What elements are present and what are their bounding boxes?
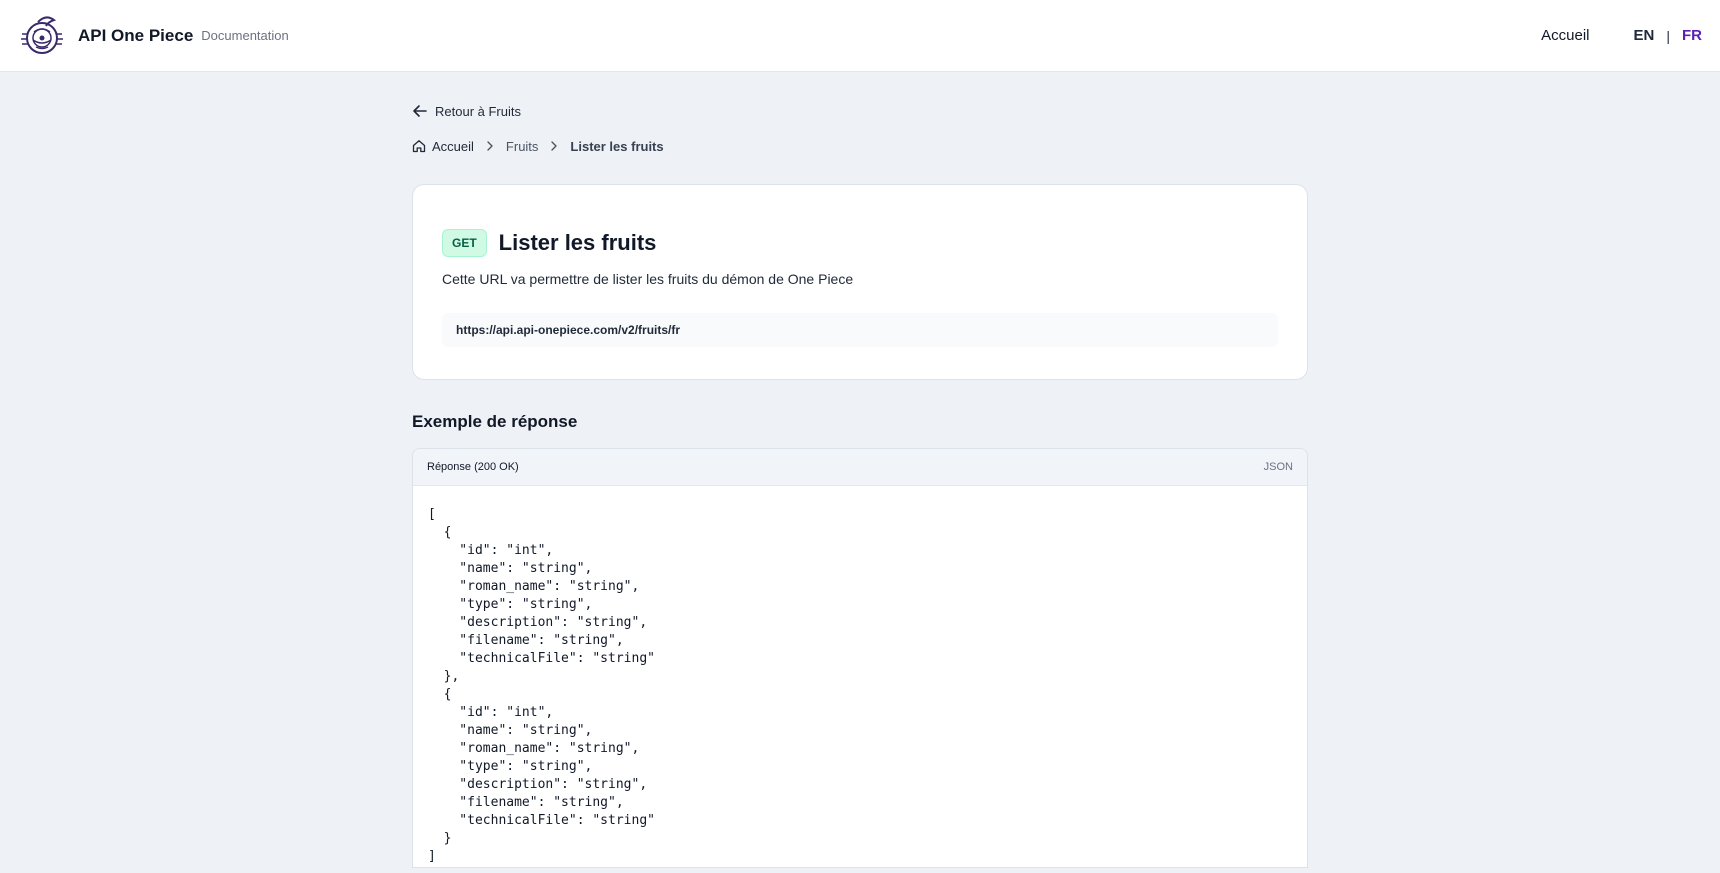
chevron-right-icon bbox=[487, 141, 493, 151]
brand-title: API One Piece bbox=[78, 25, 194, 45]
brand[interactable]: API One Piece Documentation bbox=[18, 12, 289, 60]
chevron-right-icon bbox=[551, 141, 558, 151]
method-badge: GET bbox=[442, 229, 487, 257]
breadcrumb-fruits[interactable]: Fruits bbox=[506, 139, 539, 154]
response-format: JSON bbox=[1263, 461, 1293, 473]
lang-separator: | bbox=[1666, 27, 1670, 44]
one-piece-logo-icon bbox=[21, 15, 63, 54]
brand-subtitle: Documentation bbox=[201, 28, 289, 43]
response-section-title: Exemple de réponse bbox=[412, 412, 578, 431]
response-json[interactable]: [ { "id": "int", "name": "string", "roma… bbox=[413, 486, 1307, 867]
response-status: Réponse (200 OK) bbox=[427, 461, 519, 473]
endpoint-card: GET Lister les fruits Cette URL va perme… bbox=[412, 184, 1308, 380]
breadcrumb-home[interactable]: Accueil bbox=[412, 139, 474, 154]
top-nav: Accueil EN | FR bbox=[1541, 27, 1702, 44]
code-block-header: Réponse (200 OK) JSON bbox=[413, 449, 1307, 486]
arrow-left-icon bbox=[413, 105, 427, 117]
endpoint-description: Cette URL va permettre de lister les fru… bbox=[442, 271, 854, 287]
breadcrumb-current: Lister les fruits bbox=[570, 138, 664, 154]
home-icon bbox=[412, 140, 426, 153]
main-content: Retour à Fruits Accueil Fruits Lister le… bbox=[412, 72, 1308, 868]
top-header: API One Piece Documentation Accueil EN |… bbox=[0, 0, 1720, 72]
breadcrumb-home-label: Accueil bbox=[432, 138, 474, 154]
back-link-label: Retour à Fruits bbox=[435, 103, 521, 119]
endpoint-url[interactable]: https://api.api-onepiece.com/v2/fruits/f… bbox=[442, 313, 1278, 347]
endpoint-title: Lister les fruits bbox=[498, 230, 657, 255]
lang-fr-link[interactable]: FR bbox=[1682, 27, 1702, 44]
back-link[interactable]: Retour à Fruits bbox=[412, 102, 1308, 120]
nav-link-home[interactable]: Accueil bbox=[1541, 27, 1589, 44]
lang-en-link[interactable]: EN bbox=[1634, 27, 1655, 44]
breadcrumb: Accueil Fruits Lister les fruits bbox=[412, 137, 1308, 155]
response-code-block: Réponse (200 OK) JSON [ { "id": "int", "… bbox=[412, 448, 1308, 868]
endpoint-title-row: GET Lister les fruits bbox=[442, 229, 1278, 257]
